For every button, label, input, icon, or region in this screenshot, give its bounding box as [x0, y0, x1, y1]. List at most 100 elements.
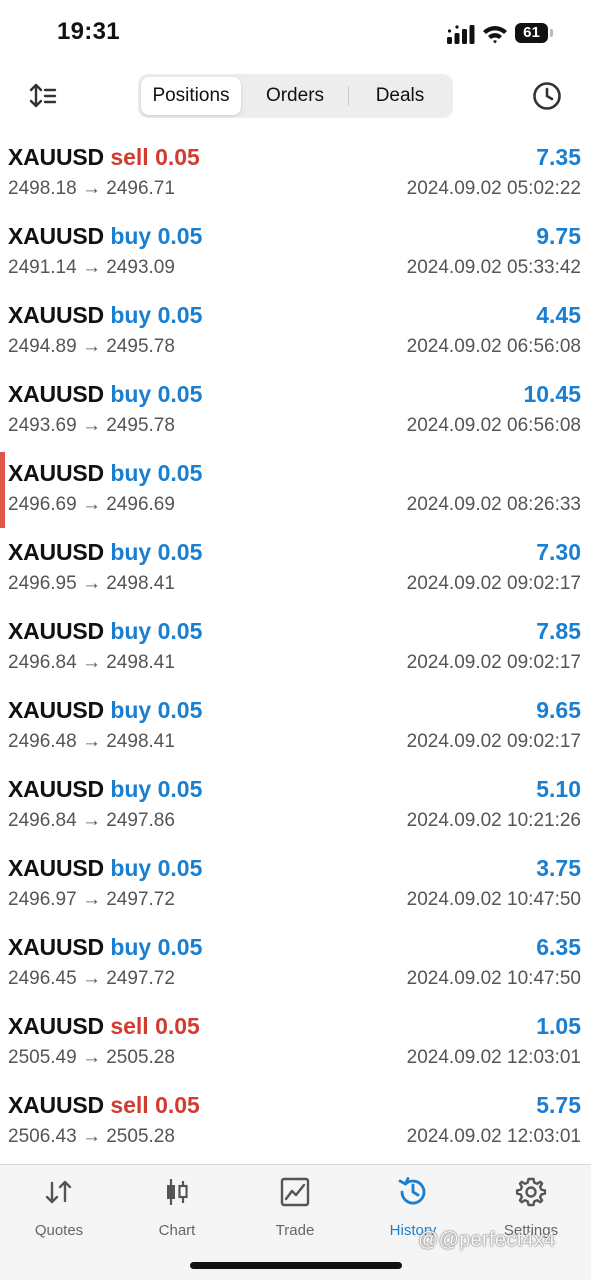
- deal-volume: 0.05: [157, 381, 203, 407]
- deal-row[interactable]: XAUUSD buy 0.05 3.75 2496.97 → 2497.72 2024…: [0, 845, 591, 924]
- deal-symbol: XAUUSD: [8, 539, 104, 565]
- battery-level: 61: [515, 23, 548, 43]
- tab-deals[interactable]: Deals: [350, 77, 450, 115]
- deal-timestamp: 2024.09.02 10:47:50: [406, 968, 581, 989]
- deal-row[interactable]: XAUUSD buy 0.05 4.45 2494.89 → 2495.78 2024…: [0, 292, 591, 371]
- deal-title: XAUUSD buy 0.05: [8, 855, 202, 881]
- deal-timestamp: 2024.09.02 12:03:01: [406, 1047, 581, 1068]
- deal-timestamp: 2024.09.02 05:02:22: [406, 178, 581, 199]
- deal-profit: 5.10: [536, 776, 581, 802]
- tab-quotes[interactable]: Quotes: [0, 1175, 118, 1245]
- deal-symbol: XAUUSD: [8, 1013, 104, 1039]
- deal-title: XAUUSD buy 0.05: [8, 618, 202, 644]
- deal-prices: 2496.48 → 2498.41: [8, 731, 175, 752]
- tab-trade[interactable]: Trade: [236, 1175, 354, 1245]
- deal-timestamp: 2024.09.02 10:47:50: [406, 889, 581, 910]
- deal-row[interactable]: XAUUSD buy 0.05 2496.69 → 2496.69 2024.09.…: [0, 450, 591, 529]
- battery-icon: 61: [515, 23, 553, 43]
- deal-timestamp: 2024.09.02 09:02:17: [406, 731, 581, 752]
- deal-title: XAUUSD buy 0.05: [8, 381, 202, 407]
- deal-side: buy: [110, 697, 152, 723]
- segment-divider: [348, 86, 349, 106]
- deal-volume: 0.05: [157, 302, 203, 328]
- deal-symbol: XAUUSD: [8, 460, 104, 486]
- deal-volume: 0.05: [157, 223, 203, 249]
- deal-timestamp: 2024.09.02 05:33:42: [406, 257, 581, 278]
- deal-volume: 0.05: [157, 855, 203, 881]
- deal-row[interactable]: XAUUSD buy 0.05 5.10 2496.84 → 2497.86 2024…: [0, 766, 591, 845]
- deal-side: buy: [110, 855, 152, 881]
- deal-prices: 2496.84 → 2498.41: [8, 652, 175, 673]
- deal-list: XAUUSD sell 0.05 7.35 2498.18 → 2496.71 202…: [0, 134, 591, 1161]
- tab-trade-label: Trade: [275, 1222, 315, 1239]
- watermark: @@perfect4x4: [418, 1229, 556, 1251]
- deal-volume: 0.05: [155, 1092, 200, 1118]
- deal-row[interactable]: XAUUSD buy 0.05 10.45 2493.69 → 2495.78 202…: [0, 371, 591, 450]
- deal-volume: 0.05: [157, 776, 203, 802]
- deal-title: XAUUSD buy 0.05: [8, 460, 202, 486]
- deal-symbol: XAUUSD: [8, 697, 104, 723]
- sort-icon[interactable]: [27, 80, 59, 112]
- deal-side: buy: [110, 381, 152, 407]
- deal-symbol: XAUUSD: [8, 855, 104, 881]
- deal-volume: 0.05: [155, 144, 200, 170]
- deal-side: buy: [110, 460, 152, 486]
- deal-prices: 2496.69 → 2496.69: [8, 494, 175, 515]
- tab-orders[interactable]: Orders: [245, 77, 345, 115]
- deal-row[interactable]: XAUUSD buy 0.05 6.35 2496.45 → 2497.72 2024…: [0, 924, 591, 1003]
- deal-symbol: XAUUSD: [8, 776, 104, 802]
- deal-symbol: XAUUSD: [8, 618, 104, 644]
- deal-volume: 0.05: [157, 618, 203, 644]
- deal-side: sell: [110, 1013, 149, 1039]
- deal-row[interactable]: XAUUSD sell 0.05 1.05 2505.49 → 2505.28 202…: [0, 1003, 591, 1082]
- deal-side: buy: [110, 223, 152, 249]
- deal-timestamp: 2024.09.02 10:21:26: [406, 810, 581, 831]
- deal-row[interactable]: XAUUSD buy 0.05 7.30 2496.95 → 2498.41 2024…: [0, 529, 591, 608]
- deal-side: sell: [110, 144, 149, 170]
- clock-icon[interactable]: [531, 80, 563, 112]
- deal-symbol: XAUUSD: [8, 934, 104, 960]
- segmented-control: Positions Orders Deals: [138, 74, 453, 118]
- deal-profit: 9.65: [536, 697, 581, 723]
- deal-volume: 0.05: [157, 460, 203, 486]
- deal-profit: 4.45: [536, 302, 581, 328]
- deal-prices: 2494.89 → 2495.78: [8, 336, 175, 357]
- deal-volume: 0.05: [157, 697, 203, 723]
- status-time: 19:31: [57, 18, 120, 45]
- deal-title: XAUUSD buy 0.05: [8, 302, 202, 328]
- row-marker: [0, 452, 5, 528]
- deal-volume: 0.05: [155, 1013, 200, 1039]
- deal-timestamp: 2024.09.02 09:02:17: [406, 573, 581, 594]
- quotes-arrows-icon: [45, 1180, 72, 1204]
- deal-symbol: XAUUSD: [8, 302, 104, 328]
- deal-side: sell: [110, 1092, 149, 1118]
- deal-row[interactable]: XAUUSD sell 0.05 5.75 2506.43 → 2505.28 202…: [0, 1082, 591, 1161]
- deal-timestamp: 2024.09.02 06:56:08: [406, 336, 581, 357]
- deal-row[interactable]: XAUUSD buy 0.05 9.75 2491.14 → 2493.09 2024…: [0, 213, 591, 292]
- deal-prices: 2493.69 → 2495.78: [8, 415, 175, 436]
- deal-symbol: XAUUSD: [8, 223, 104, 249]
- deal-timestamp: 2024.09.02 12:03:01: [406, 1126, 581, 1147]
- deal-symbol: XAUUSD: [8, 1092, 104, 1118]
- deal-side: buy: [110, 302, 152, 328]
- history-icon: [398, 1177, 426, 1205]
- tab-chart[interactable]: Chart: [118, 1175, 236, 1245]
- trade-chart-icon: [280, 1177, 310, 1207]
- deal-prices: 2491.14 → 2493.09: [8, 257, 175, 278]
- deal-title: XAUUSD buy 0.05: [8, 223, 202, 249]
- deal-title: XAUUSD buy 0.05: [8, 776, 202, 802]
- deal-prices: 2496.45 → 2497.72: [8, 968, 175, 989]
- deal-side: buy: [110, 934, 152, 960]
- deal-symbol: XAUUSD: [8, 381, 104, 407]
- deal-row[interactable]: XAUUSD buy 0.05 7.85 2496.84 → 2498.41 2024…: [0, 608, 591, 687]
- deal-prices: 2498.18 → 2496.71: [8, 178, 175, 199]
- deal-profit: 7.85: [536, 618, 581, 644]
- deal-row[interactable]: XAUUSD buy 0.05 9.65 2496.48 → 2498.41 2024…: [0, 687, 591, 766]
- deal-profit: 10.45: [523, 381, 581, 407]
- deal-timestamp: 2024.09.02 06:56:08: [406, 415, 581, 436]
- tab-positions[interactable]: Positions: [141, 77, 241, 115]
- deal-title: XAUUSD buy 0.05: [8, 697, 202, 723]
- home-indicator: [190, 1262, 402, 1269]
- deal-row[interactable]: XAUUSD sell 0.05 7.35 2498.18 → 2496.71 202…: [0, 134, 591, 213]
- deal-prices: 2505.49 → 2505.28: [8, 1047, 175, 1068]
